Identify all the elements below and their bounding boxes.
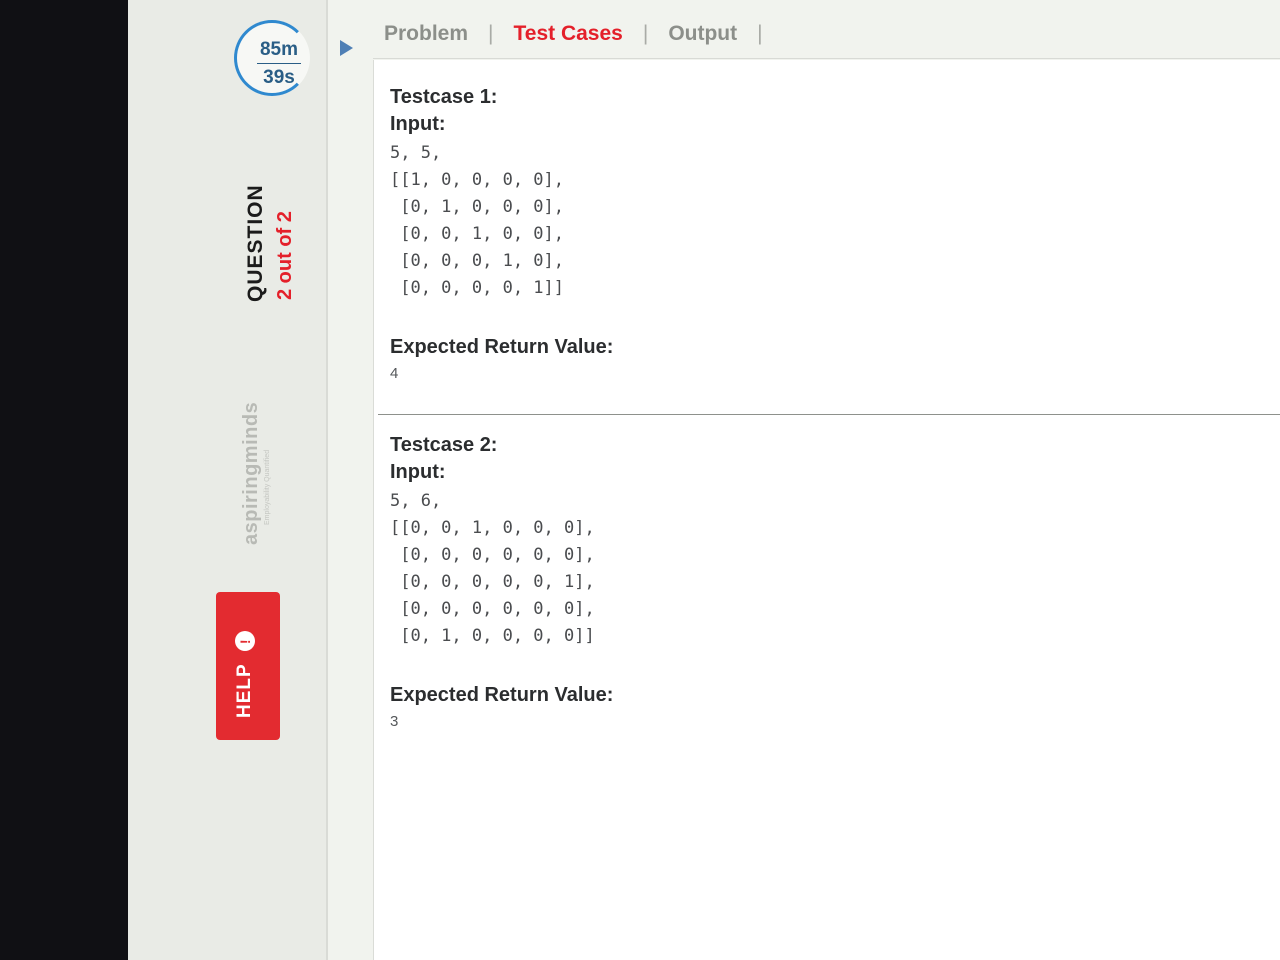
tab-bar-rule [373, 58, 1280, 59]
tab-separator: | [757, 22, 763, 45]
input-line: [0, 0, 0, 1, 0], [390, 251, 564, 271]
countdown-timer: 85m 39s [234, 20, 310, 96]
input-line: [0, 0, 0, 0, 0, 0], [390, 545, 595, 565]
question-count: 2 out of 2 [274, 211, 296, 300]
left-rail: 85m 39s QUESTION 2 out of 2 aspiringmind… [128, 0, 328, 960]
input-line: [0, 1, 0, 0, 0, 0]] [390, 626, 595, 646]
expected-label: Expected Return Value: [390, 336, 614, 358]
input-line: [0, 0, 1, 0, 0], [390, 224, 564, 244]
help-button[interactable]: HELP ! [216, 592, 280, 740]
help-label: HELP [234, 663, 255, 718]
testcase-divider [378, 414, 1280, 415]
input-line: [0, 0, 0, 0, 0, 0], [390, 599, 595, 619]
tab-test-cases[interactable]: Test Cases [514, 22, 623, 46]
input-line: [[0, 0, 1, 0, 0, 0], [390, 518, 595, 538]
tab-bar: Problem | Test Cases | Output | [384, 14, 783, 54]
brand-name: aspiringminds [240, 401, 262, 545]
testcase-1: Testcase 1: Input: 5, 5, [[1, 0, 0, 0, 0]… [390, 86, 613, 382]
input-line: [0, 1, 0, 0, 0], [390, 197, 564, 217]
expand-arrow-icon[interactable] [340, 40, 353, 56]
timer-divider [257, 63, 301, 64]
tab-separator: | [488, 22, 494, 45]
timer-minutes: 85m [259, 39, 299, 60]
input-label: Input: [390, 113, 446, 135]
rail-divider [326, 0, 328, 960]
brand-logo: aspiringminds Employability Quantified [240, 402, 271, 545]
input-line: [[1, 0, 0, 0, 0], [390, 170, 564, 190]
timer-seconds: 39s [263, 67, 295, 88]
tab-output[interactable]: Output [668, 22, 737, 46]
input-line: 5, 6, [390, 491, 442, 511]
input-line: [0, 0, 0, 0, 1]] [390, 278, 564, 298]
testcase-title: Testcase 2: [390, 434, 498, 456]
input-code: 5, 5, [[1, 0, 0, 0, 0], [0, 1, 0, 0, 0], … [390, 140, 613, 302]
tab-separator: | [642, 22, 649, 45]
help-button-content: HELP ! [234, 631, 256, 718]
expected-value: 3 [390, 713, 399, 730]
tab-problem[interactable]: Problem [384, 22, 468, 46]
testcase-title: Testcase 1: [390, 86, 498, 108]
question-label: QUESTION [244, 184, 267, 302]
info-icon: ! [235, 631, 255, 652]
expected-label: Expected Return Value: [390, 684, 614, 706]
brand-tagline: Employability Quantified [264, 449, 271, 525]
question-indicator: QUESTION 2 out of 2 [236, 180, 312, 310]
input-line: [0, 0, 0, 0, 0, 1], [390, 572, 595, 592]
input-line: 5, 5, [390, 143, 442, 163]
expected-value: 4 [390, 365, 399, 382]
input-code: 5, 6, [[0, 0, 1, 0, 0, 0], [0, 0, 0, 0, 0… [390, 488, 613, 650]
input-label: Input: [390, 461, 446, 483]
testcase-2: Testcase 2: Input: 5, 6, [[0, 0, 1, 0, 0,… [390, 434, 613, 730]
app-screen: 85m 39s QUESTION 2 out of 2 aspiringmind… [128, 0, 1280, 960]
